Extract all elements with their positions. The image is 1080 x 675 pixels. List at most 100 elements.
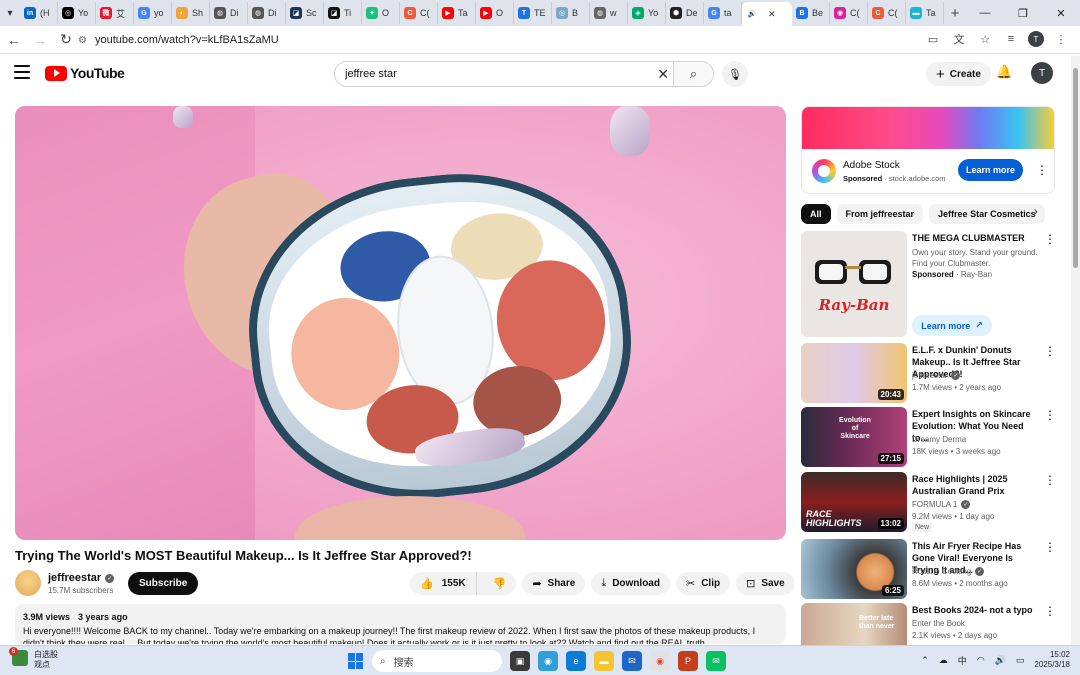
video-description[interactable]: 3.9M views 3 years ago Hi everyone!!!! W… — [15, 604, 786, 644]
voice-search-icon[interactable]: 🎙 — [722, 61, 748, 87]
video-thumbnail[interactable]: 20:43 — [801, 343, 907, 403]
wifi-icon[interactable]: ◠ — [977, 655, 985, 666]
account-avatar[interactable]: T — [1031, 62, 1053, 84]
ad-learn-more-button[interactable]: Learn more — [958, 159, 1023, 181]
media-control-icon[interactable]: ≡ — [1002, 29, 1020, 49]
file-explorer-icon[interactable]: ▬ — [594, 651, 614, 671]
browser-menu-icon[interactable]: ⋮ — [1052, 29, 1070, 49]
chip-jeffree-star-cosmetics[interactable]: Jeffree Star Cosmetics — [929, 204, 1045, 224]
site-info-icon[interactable]: ⚙ — [78, 35, 87, 46]
ime-indicator[interactable]: 中 — [958, 654, 967, 667]
battery-icon[interactable]: ▭ — [1016, 655, 1025, 666]
rayban-more-icon[interactable]: ⋮ — [1044, 232, 1056, 246]
browser-tab[interactable]: in (H — [20, 2, 58, 24]
recommended-video[interactable]: Better late than never Best Books 2024- … — [801, 603, 1055, 645]
bookmark-star-icon[interactable]: ☆ — [976, 29, 994, 49]
browser-tab[interactable]: B Be — [792, 2, 830, 24]
clip-button[interactable]: ✂ Clip — [675, 572, 731, 595]
cast-icon[interactable]: ▭ — [924, 29, 942, 49]
tray-expand-icon[interactable]: ⌃ — [921, 655, 929, 666]
new-tab-button[interactable]: + — [944, 2, 966, 24]
browser-tab[interactable]: ✦ O — [362, 2, 400, 24]
powerpoint-icon[interactable]: P — [678, 651, 698, 671]
browser-tab[interactable]: Gyo — [134, 2, 172, 24]
chip-all[interactable]: All — [801, 204, 831, 224]
recommended-video[interactable]: Evolution of Skincare 27:15 Expert Insig… — [801, 407, 1056, 467]
rayban-sponsored-item[interactable]: Ray-Ban THE MEGA CLUBMASTER Own your sto… — [801, 231, 1056, 339]
video-more-icon[interactable]: ⋮ — [1044, 540, 1056, 554]
browser-tab-active[interactable]: 🔊 ✕ — [742, 2, 792, 26]
rayban-thumbnail[interactable]: Ray-Ban — [801, 231, 907, 337]
browser-tab[interactable]: 微艾 — [96, 2, 134, 24]
rayban-learn-more-button[interactable]: Learn more ↗ — [912, 315, 992, 336]
close-window-button[interactable]: ✕ — [1042, 0, 1080, 26]
browser-tab[interactable]: C C( — [868, 2, 906, 24]
translate-icon[interactable]: 文 — [950, 29, 968, 49]
forward-button[interactable]: → — [28, 28, 52, 52]
wechat-icon[interactable]: ✉ — [706, 651, 726, 671]
browser-tab[interactable]: Gta — [704, 2, 742, 24]
page-scrollbar[interactable] — [1071, 56, 1080, 646]
taskbar-search[interactable]: ⌕ 搜索 — [372, 650, 502, 672]
like-button[interactable]: 👍 155K — [410, 572, 477, 595]
task-view-icon[interactable]: ▣ — [510, 651, 530, 671]
back-button[interactable]: ← — [2, 28, 26, 52]
browser-tab[interactable]: ◍ Di — [248, 2, 286, 24]
video-thumbnail[interactable]: RACE HIGHLIGHTS 13:02 — [801, 472, 907, 532]
browser-tab[interactable]: ⬢ De — [666, 2, 704, 24]
copilot-icon[interactable]: ◉ — [538, 651, 558, 671]
browser-tab[interactable]: ▶ O — [476, 2, 514, 24]
video-thumbnail[interactable]: 6:25 — [801, 539, 907, 599]
youtube-logo[interactable]: YouTube — [45, 65, 125, 81]
profile-avatar[interactable]: T — [1028, 31, 1044, 47]
clock[interactable]: 15:02 2025/3/18 — [1034, 650, 1070, 670]
volume-icon[interactable]: 🔊 — [995, 655, 1006, 666]
save-button[interactable]: ⊡ Save — [736, 572, 795, 595]
browser-tab[interactable]: ◉ C( — [830, 2, 868, 24]
browser-tab[interactable]: ◎ Yo — [58, 2, 96, 24]
download-button[interactable]: ⤓ Download — [591, 572, 670, 595]
recommended-video[interactable]: RACE HIGHLIGHTS 13:02 Race Highlights | … — [801, 472, 1056, 534]
video-thumbnail[interactable]: Better late than never — [801, 603, 907, 645]
search-input[interactable] — [345, 68, 645, 80]
browser-tab[interactable]: T TE — [514, 2, 552, 24]
channel-avatar[interactable] — [15, 570, 41, 596]
chip-from-channel[interactable]: From jeffreestar — [836, 204, 924, 224]
chips-next-icon[interactable]: › — [1034, 206, 1038, 218]
notifications-bell-icon[interactable]: 🔔 — [996, 64, 1012, 80]
edge-icon[interactable]: e — [566, 651, 586, 671]
menu-icon[interactable] — [14, 65, 30, 79]
tab-search-dropdown[interactable]: ▾ — [0, 3, 20, 23]
recommended-video[interactable]: 6:25 This Air Fryer Recipe Has Gone Vira… — [801, 539, 1056, 599]
browser-tab[interactable]: ◐ Sh — [172, 2, 210, 24]
subscribe-button[interactable]: Subscribe — [128, 572, 199, 595]
close-tab-icon[interactable]: ✕ — [768, 9, 776, 20]
browser-tab[interactable]: ◍ Di — [210, 2, 248, 24]
clear-search-icon[interactable]: ✕ — [657, 66, 669, 83]
browser-tab[interactable]: C C( — [400, 2, 438, 24]
browser-tab[interactable]: ◈ Yo — [628, 2, 666, 24]
video-thumbnail[interactable]: Evolution of Skincare 27:15 — [801, 407, 907, 467]
minimize-button[interactable]: — — [966, 0, 1004, 26]
recommended-video[interactable]: 20:43 E.L.F. x Dunkin' Donuts Makeup.. I… — [801, 343, 1056, 403]
browser-tab[interactable]: ◪ Sc — [286, 2, 324, 24]
reload-button[interactable]: ↻ — [54, 28, 78, 52]
dislike-button[interactable]: 👎 — [483, 577, 517, 590]
share-button[interactable]: ➦ Share — [522, 572, 586, 595]
search-button[interactable]: ⌕ — [673, 62, 713, 86]
browser-tab[interactable]: ▬ Ta — [906, 2, 944, 24]
address-bar[interactable]: ⚙ youtube.com/watch?v=kLfBA1sZaMU — [78, 29, 1008, 51]
video-more-icon[interactable]: ⋮ — [1044, 344, 1056, 358]
maximize-button[interactable]: ❐ — [1004, 0, 1042, 26]
browser-tab[interactable]: ◪ Ti — [324, 2, 362, 24]
browser-tab[interactable]: ◍ w — [590, 2, 628, 24]
widgets-button[interactable]: 6 白选股 观点 — [9, 647, 58, 670]
onedrive-icon[interactable]: ☁ — [939, 655, 948, 666]
ad-more-icon[interactable]: ⋮ — [1036, 163, 1048, 177]
windows-start-icon[interactable] — [348, 653, 364, 669]
chrome-icon[interactable]: ◉ — [650, 651, 670, 671]
video-more-icon[interactable]: ⋮ — [1044, 473, 1056, 487]
video-more-icon[interactable]: ⋮ — [1044, 604, 1055, 618]
channel-name-row[interactable]: jeffreestar ✓ — [48, 572, 115, 584]
create-button[interactable]: + Create — [926, 62, 991, 86]
